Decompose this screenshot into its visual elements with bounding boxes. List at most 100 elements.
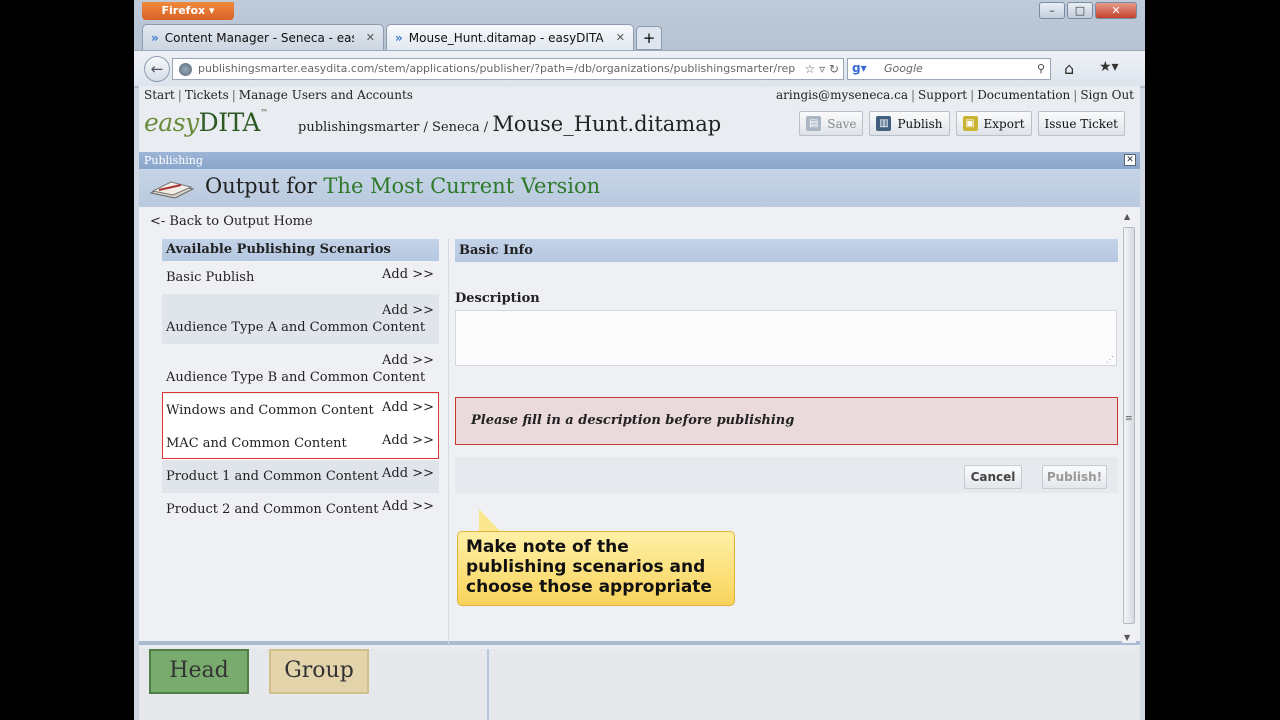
documentation-link[interactable]: Documentation <box>977 88 1070 102</box>
head-block[interactable]: Head <box>149 649 249 694</box>
top-navigation: Start | Tickets | Manage Users and Accounts … <box>144 88 1134 102</box>
search-icon[interactable]: ⚲ <box>1037 59 1045 79</box>
sign-out-link[interactable]: Sign Out <box>1080 88 1134 102</box>
issue-ticket-button[interactable]: Issue Ticket <box>1037 111 1125 136</box>
document-title: Mouse_Hunt.ditamap <box>492 112 722 136</box>
scenario-row: Windows and Common Content Add >> <box>162 394 439 427</box>
validation-warning: Please fill in a description before publ… <box>455 397 1118 445</box>
scenario-name: Product 2 and Common Content <box>166 502 379 517</box>
output-header: Output for The Most Current Version <box>139 169 1140 207</box>
add-scenario-button[interactable]: Add >> <box>382 303 434 318</box>
add-scenario-button[interactable]: Add >> <box>382 267 434 282</box>
scenario-row: Audience Type A and Common Content Add >> <box>162 294 439 344</box>
canvas-divider <box>487 649 489 720</box>
url-actions: ☆ ▿ ↻ <box>800 59 839 79</box>
description-label: Description <box>455 291 540 306</box>
scenario-row: Audience Type B and Common Content Add >> <box>162 344 439 394</box>
publishing-scenarios: Available Publishing Scenarios Basic Pub… <box>162 239 439 526</box>
browser-window: Firefox ▾ – □ ✕ » Content Manager - Sene… <box>134 0 1145 720</box>
bookmark-star-icon[interactable]: ☆ <box>804 62 815 76</box>
search-placeholder: Google <box>884 62 923 75</box>
export-icon: ▣ <box>962 116 978 131</box>
breadcrumb: publishingsmarter / Seneca / Mouse_Hunt.… <box>298 112 721 136</box>
tab-title: Mouse_Hunt.ditamap - easyDITA Pu... <box>408 30 604 45</box>
scenario-name: Audience Type A and Common Content <box>166 320 426 335</box>
tab-mouse-hunt[interactable]: » Mouse_Hunt.ditamap - easyDITA Pu... ✕ <box>386 24 634 50</box>
nav-start-link[interactable]: Start <box>144 88 175 102</box>
dropdown-icon[interactable]: ▿ <box>819 62 825 76</box>
scenario-row: Product 1 and Common Content Add >> <box>162 460 439 493</box>
back-arrow-icon[interactable]: ← <box>144 56 170 82</box>
vertical-scrollbar[interactable]: ▲ ≡ ▼ <box>1122 211 1136 643</box>
close-tab-icon[interactable]: ✕ <box>616 31 625 44</box>
navigation-bar: ← publishingsmarter.easydita.com/stem/ap… <box>134 50 1145 86</box>
save-icon: ▤ <box>806 116 822 131</box>
publish-button[interactable]: ▥ Publish <box>869 111 950 136</box>
form-actions: Cancel Publish! <box>455 457 1118 493</box>
tab-strip: » Content Manager - Seneca - easyDITA ✕ … <box>142 24 662 50</box>
google-icon: g▾ <box>852 61 867 75</box>
scenario-name: Basic Publish <box>166 270 255 285</box>
reload-icon[interactable]: ↻ <box>829 62 839 76</box>
new-tab-button[interactable]: + <box>636 26 662 50</box>
books-icon <box>149 181 195 199</box>
description-textarea[interactable]: ⋰ <box>455 310 1117 366</box>
scroll-up-icon[interactable]: ▲ <box>1124 212 1130 221</box>
easydita-favicon-icon: » <box>395 30 403 45</box>
add-scenario-button[interactable]: Add >> <box>382 433 434 448</box>
background-canvas: Head Group <box>139 649 1140 720</box>
scroll-down-icon[interactable]: ▼ <box>1124 633 1130 642</box>
firefox-menu-button[interactable]: Firefox ▾ <box>142 2 234 20</box>
nav-manage-users-link[interactable]: Manage Users and Accounts <box>239 88 413 102</box>
save-button[interactable]: ▤ Save <box>799 111 864 136</box>
scenario-row: MAC and Common Content Add >> <box>162 427 439 460</box>
add-scenario-button[interactable]: Add >> <box>382 400 434 415</box>
add-scenario-button[interactable]: Add >> <box>382 353 434 368</box>
output-title: Output for The Most Current Version <box>205 174 601 198</box>
close-window-icon[interactable]: ✕ <box>1095 2 1137 19</box>
tab-content-manager[interactable]: » Content Manager - Seneca - easyDITA ✕ <box>142 24 384 50</box>
add-scenario-button[interactable]: Add >> <box>382 466 434 481</box>
easydita-favicon-icon: » <box>151 30 159 45</box>
scroll-grip-icon: ≡ <box>1125 414 1133 424</box>
scenarios-header: Available Publishing Scenarios <box>162 239 439 261</box>
publish-submit-button[interactable]: Publish! <box>1042 465 1107 489</box>
cancel-button[interactable]: Cancel <box>964 465 1022 489</box>
publishing-panel: Output for The Most Current Version <- B… <box>139 169 1140 645</box>
breadcrumb-path[interactable]: publishingsmarter / Seneca / <box>298 120 488 135</box>
basic-info-header: Basic Info <box>455 239 1118 262</box>
callout-pointer <box>479 509 501 532</box>
scenario-name: Windows and Common Content <box>166 403 374 418</box>
window-controls: – □ ✕ <box>1039 2 1137 19</box>
tab-title: Content Manager - Seneca - easyDITA <box>164 30 354 45</box>
publishing-panel-header: Publishing ✕ <box>139 152 1140 169</box>
home-icon[interactable]: ⌂ <box>1064 59 1074 78</box>
add-scenario-button[interactable]: Add >> <box>382 499 434 514</box>
minimize-icon[interactable]: – <box>1039 2 1065 19</box>
search-box[interactable]: g▾ Google ⚲ <box>847 58 1051 80</box>
easydita-logo: easyDITA™ <box>144 108 268 137</box>
support-link[interactable]: Support <box>918 88 967 102</box>
version-label: The Most Current Version <box>323 174 601 198</box>
address-bar[interactable]: publishingsmarter.easydita.com/stem/appl… <box>172 58 844 80</box>
nav-tickets-link[interactable]: Tickets <box>185 88 229 102</box>
bookmarks-icon[interactable]: ★▾ <box>1099 59 1119 75</box>
browser-chrome: Firefox ▾ – □ ✕ » Content Manager - Sene… <box>134 0 1145 88</box>
group-block[interactable]: Group <box>269 649 369 694</box>
scenario-row: Basic Publish Add >> <box>162 261 439 294</box>
url-text: publishingsmarter.easydita.com/stem/appl… <box>198 62 796 75</box>
back-to-output-home-link[interactable]: <- Back to Output Home <box>150 214 313 229</box>
scenario-name: Audience Type B and Common Content <box>166 370 426 385</box>
tutorial-callout: Make note of the publishing scenarios an… <box>457 531 735 606</box>
scrollbar-thumb[interactable] <box>1123 227 1135 624</box>
maximize-icon[interactable]: □ <box>1067 2 1093 19</box>
column-divider <box>448 239 449 644</box>
export-button[interactable]: ▣ Export <box>955 111 1032 136</box>
close-icon[interactable]: ✕ <box>1124 154 1136 166</box>
globe-icon <box>179 63 192 76</box>
close-tab-icon[interactable]: ✕ <box>366 31 375 44</box>
scenario-name: MAC and Common Content <box>166 436 347 451</box>
book-icon: ▥ <box>876 116 892 131</box>
resize-grip-icon[interactable]: ⋰ <box>1106 355 1114 364</box>
user-email-link[interactable]: aringis@myseneca.ca <box>776 88 908 102</box>
